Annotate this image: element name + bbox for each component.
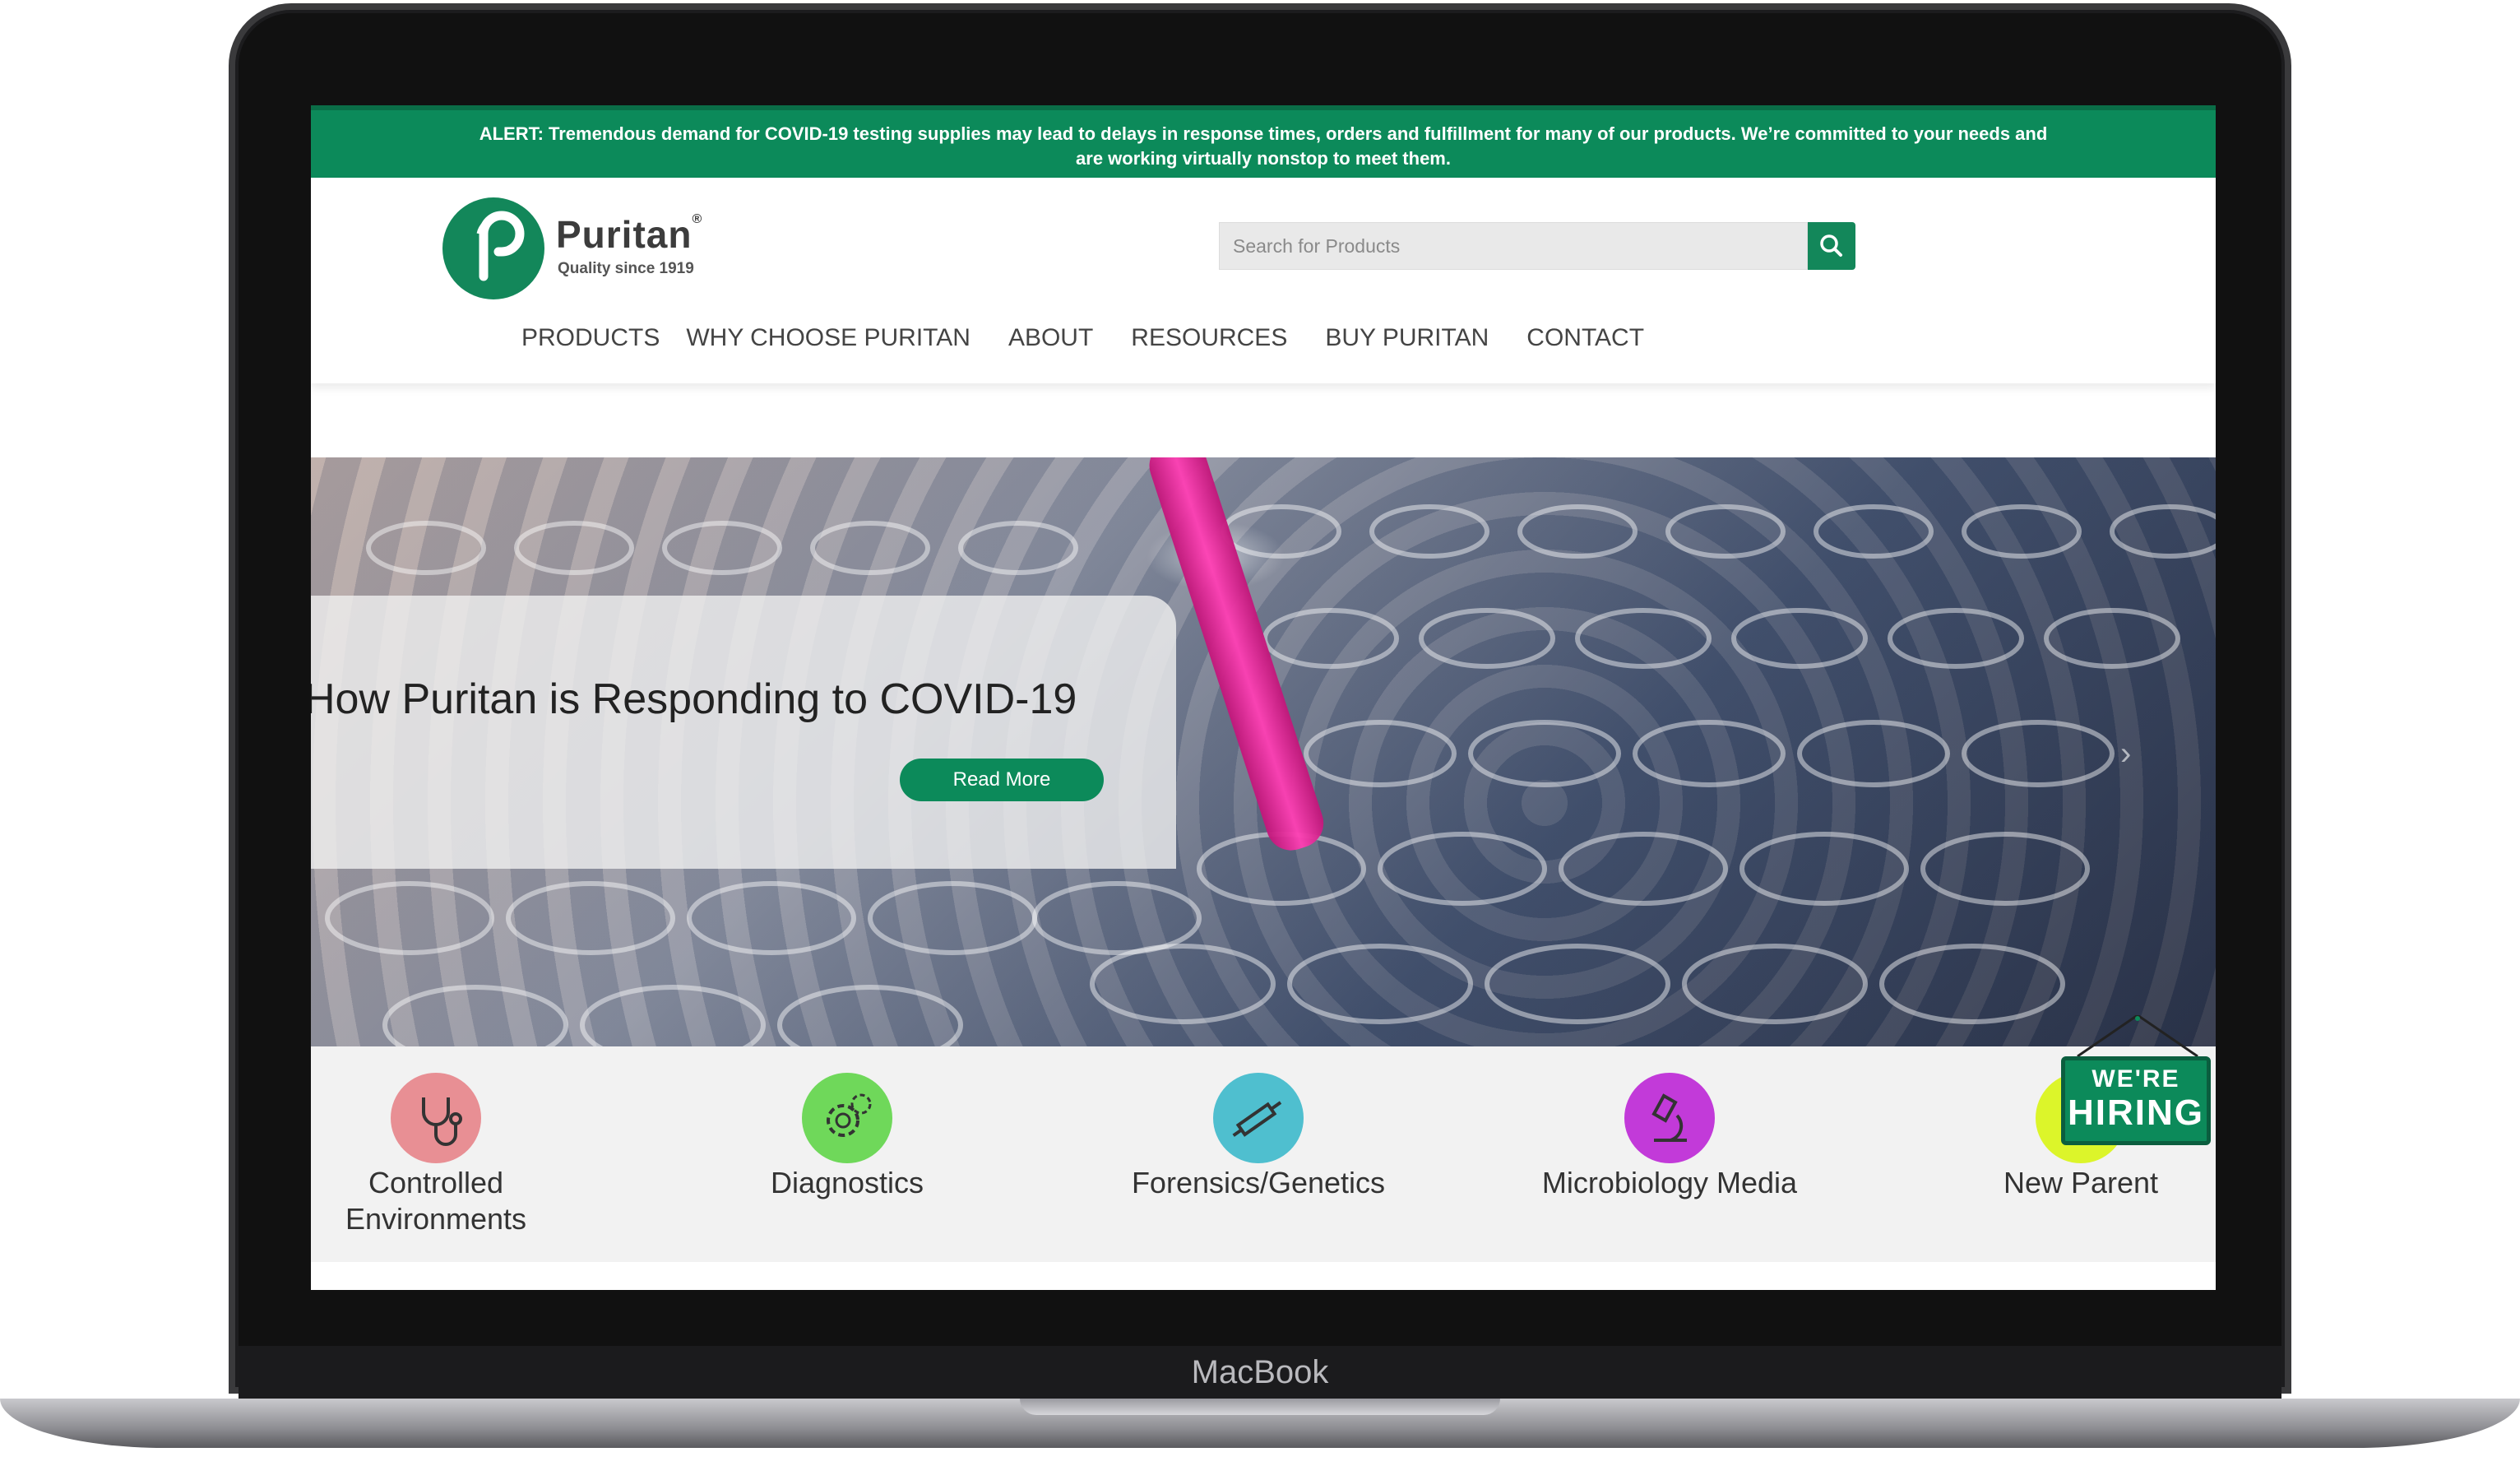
laptop-base-notch bbox=[1020, 1399, 1500, 1415]
category-forensics-genetics[interactable]: Forensics/Genetics bbox=[1127, 1073, 1390, 1201]
search-input[interactable] bbox=[1219, 222, 1808, 270]
screen-bottom-margin bbox=[311, 1262, 2216, 1290]
hero-card: How Puritan is Responding to COVID-19 Re… bbox=[311, 596, 1176, 869]
logo-name: Puritan bbox=[556, 213, 693, 256]
category-strip: Controlled Environments Diagnostics Foren… bbox=[311, 1046, 2216, 1262]
browser-screen: ALERT: Tremendous demand for COVID-19 te… bbox=[311, 105, 2216, 1290]
gears-icon bbox=[802, 1073, 892, 1163]
category-label: Diagnostics bbox=[770, 1166, 924, 1199]
sign-hanger bbox=[2077, 1015, 2198, 1056]
stethoscope-icon bbox=[391, 1073, 481, 1163]
read-more-button[interactable]: Read More bbox=[900, 759, 1104, 801]
category-label: New Parent bbox=[2003, 1166, 2159, 1199]
category-label: Forensics/Genetics bbox=[1131, 1166, 1386, 1199]
alert-text: ALERT: Tremendous demand for COVID-19 te… bbox=[479, 123, 2048, 169]
main-nav: PRODUCTS WHY CHOOSE PURITAN ABOUT RESOUR… bbox=[521, 324, 1674, 357]
syringe-icon bbox=[1213, 1073, 1304, 1163]
were-hiring-sign[interactable]: WE'RE HIRING bbox=[2061, 1015, 2214, 1145]
registered-mark: ® bbox=[692, 212, 703, 226]
nav-about[interactable]: ABOUT bbox=[1008, 324, 1093, 357]
search-icon bbox=[1820, 234, 1842, 257]
next-slide-chevron-icon[interactable]: › bbox=[2120, 737, 2153, 770]
search-button[interactable] bbox=[1808, 222, 1855, 270]
hero-title: How Puritan is Responding to COVID-19 bbox=[311, 675, 1077, 723]
hiring-line1: WE'RE bbox=[2092, 1065, 2180, 1093]
puritan-logo-icon[interactable] bbox=[442, 197, 544, 299]
hiring-line2: HIRING bbox=[2068, 1093, 2204, 1133]
category-controlled-environments[interactable]: Controlled Environments bbox=[311, 1073, 567, 1237]
search-bar bbox=[1219, 222, 1857, 270]
hiring-sign-board: WE'RE HIRING bbox=[2061, 1056, 2211, 1145]
nav-products[interactable]: PRODUCTS bbox=[521, 324, 660, 357]
alert-banner: ALERT: Tremendous demand for COVID-19 te… bbox=[311, 105, 2216, 178]
category-label: Microbiology Media bbox=[1541, 1166, 1798, 1199]
category-diagnostics[interactable]: Diagnostics bbox=[716, 1073, 979, 1201]
logo-tagline: Quality since 1919 bbox=[558, 260, 694, 277]
category-microbiology-media[interactable]: Microbiology Media bbox=[1538, 1073, 1801, 1201]
microscope-icon bbox=[1624, 1073, 1715, 1163]
category-label: Controlled Environments bbox=[345, 1166, 527, 1236]
nav-why-choose-puritan[interactable]: WHY CHOOSE PURITAN bbox=[686, 324, 970, 357]
nav-resources[interactable]: RESOURCES bbox=[1131, 324, 1287, 357]
site-header: Puritan® Quality since 1919 PRODUCTS WHY… bbox=[311, 178, 2216, 383]
device-brand-label: MacBook bbox=[1191, 1354, 1329, 1390]
hero-banner: How Puritan is Responding to COVID-19 Re… bbox=[311, 457, 2216, 1046]
logo-wordmark[interactable]: Puritan® bbox=[556, 212, 702, 257]
nav-buy-puritan[interactable]: BUY PURITAN bbox=[1325, 324, 1489, 357]
nav-contact[interactable]: CONTACT bbox=[1526, 324, 1644, 357]
